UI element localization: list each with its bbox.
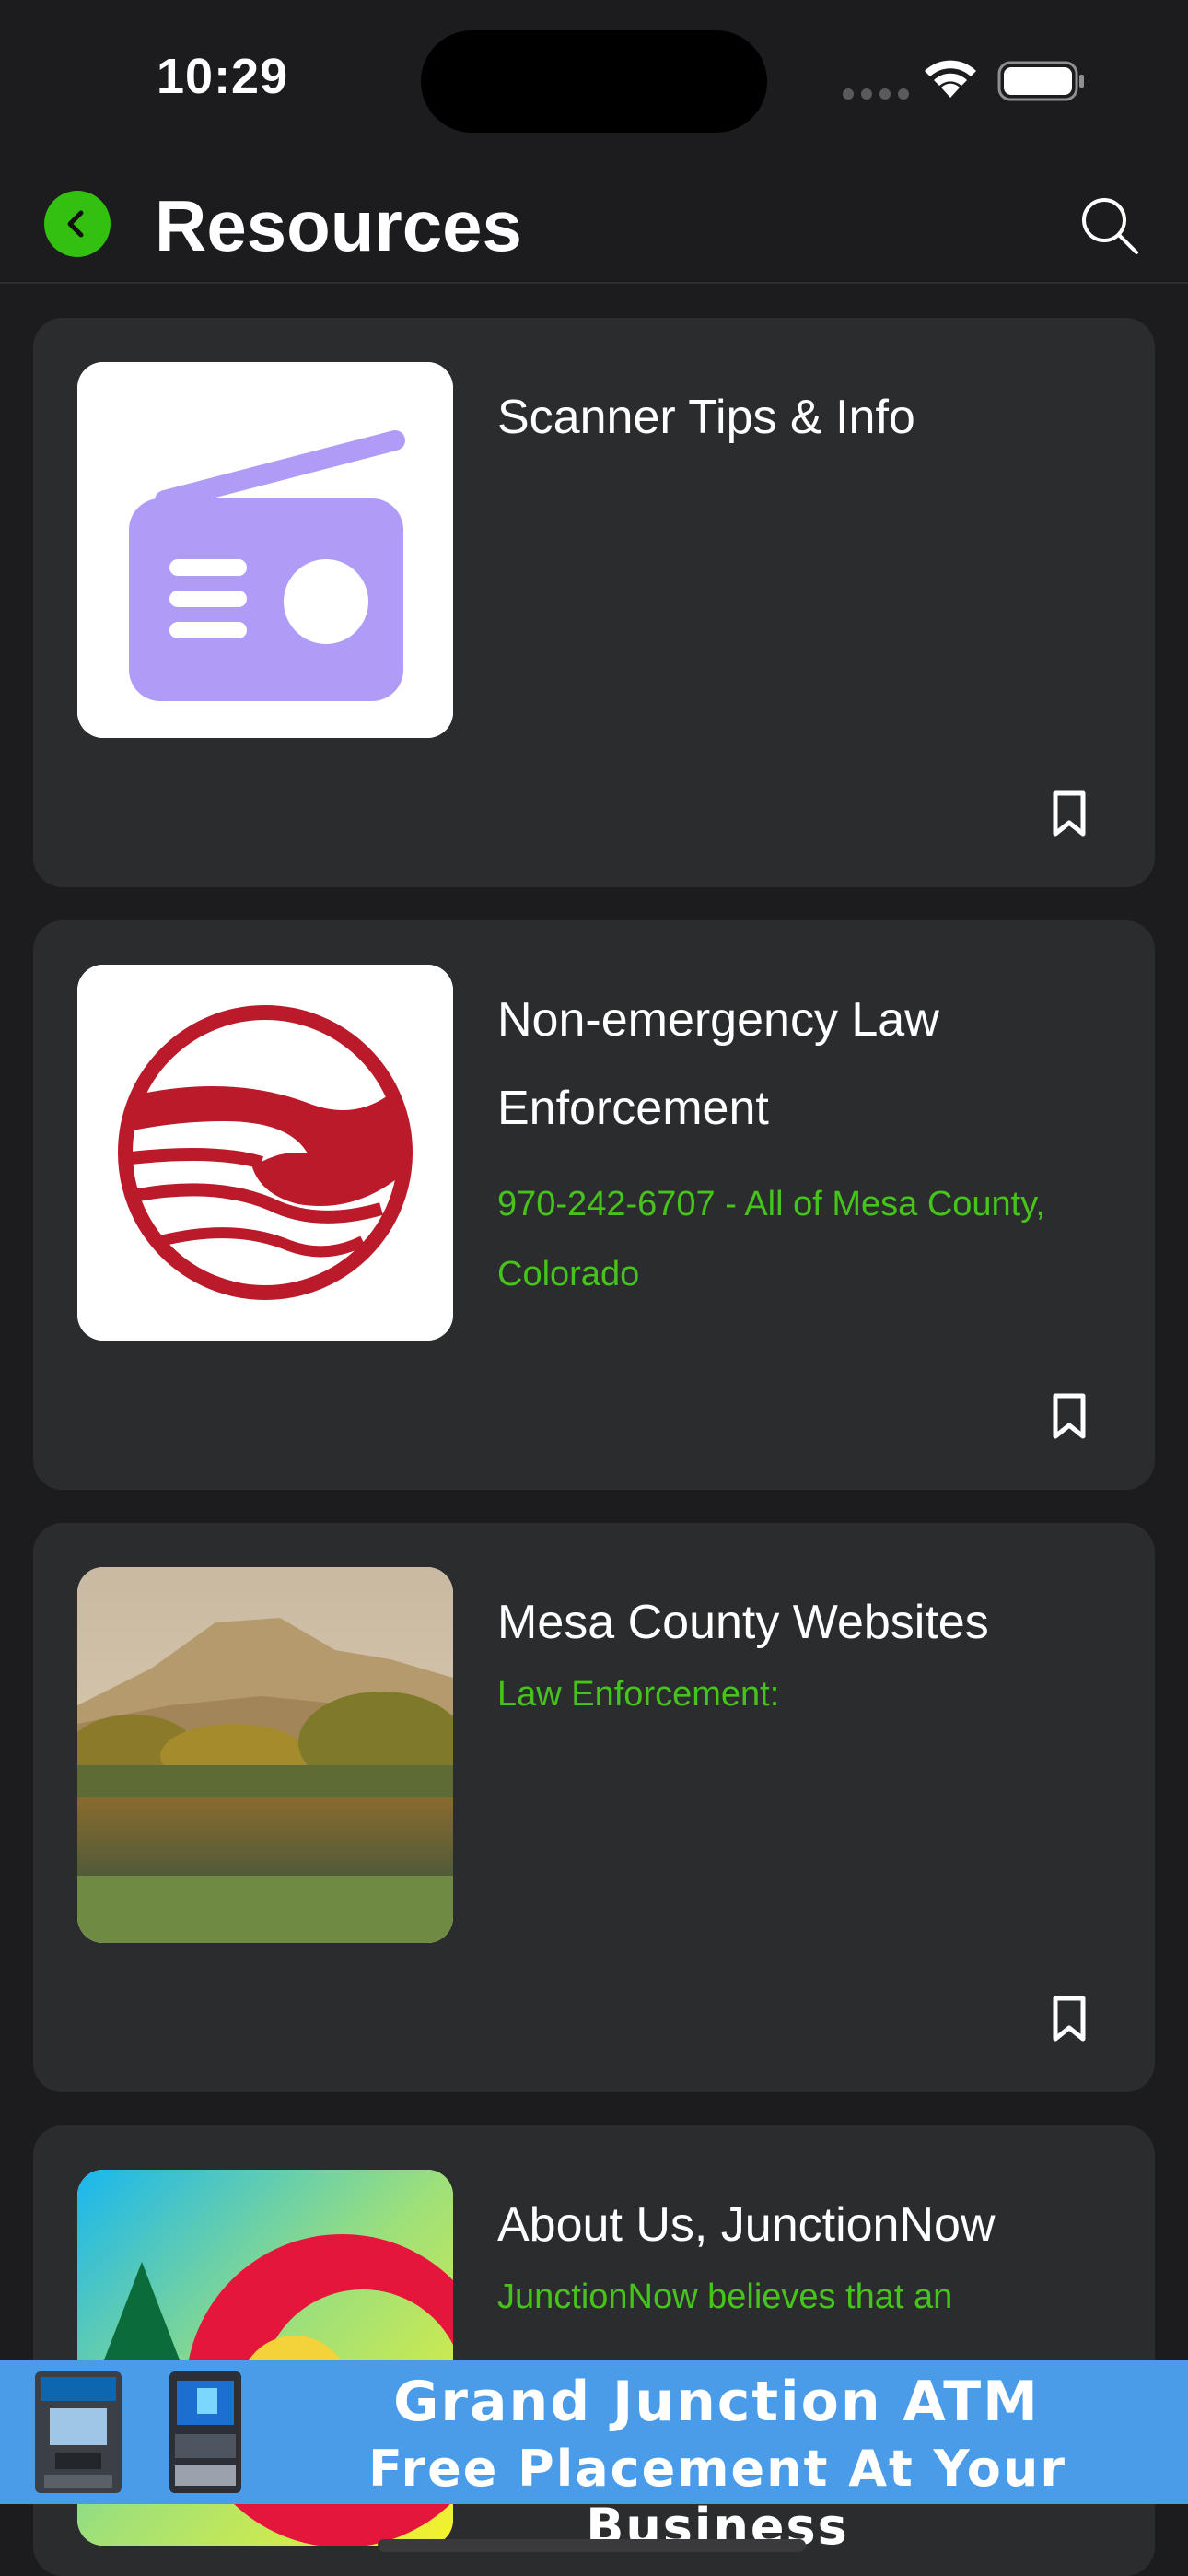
page-title: Resources	[155, 185, 522, 266]
radio-icon	[77, 362, 453, 738]
resource-card-scanner[interactable]: Scanner Tips & Info	[33, 318, 1155, 887]
bookmark-icon	[1053, 1393, 1086, 1439]
resource-card-mesa-websites[interactable]: Mesa County Websites Law Enforcement:	[33, 1523, 1155, 2092]
card-subtitle: JunctionNow believes that an	[497, 2277, 953, 2316]
cellular-signal-icon	[843, 88, 909, 100]
battery-icon	[997, 61, 1084, 101]
atm-machine-image	[35, 2371, 122, 2493]
card-title: Scanner Tips & Info	[497, 391, 915, 444]
mesa-landscape-photo	[77, 1567, 453, 1943]
atm-kiosk-image	[169, 2371, 241, 2493]
ad-headline: Grand Junction ATM	[393, 2370, 1040, 2434]
dynamic-island	[421, 30, 767, 133]
bookmark-icon	[1053, 790, 1086, 837]
colorado-c-logo	[77, 965, 453, 1341]
resource-card-law-enforcement[interactable]: Non-emergency Law Enforcement 970-242-67…	[33, 920, 1155, 1490]
card-title: Non-emergency Law Enforcement	[497, 993, 939, 1135]
search-icon	[1082, 198, 1138, 254]
home-indicator[interactable]	[378, 2539, 806, 2552]
status-bar: 10:29	[0, 0, 1188, 157]
chevron-left-icon	[67, 210, 84, 238]
bookmark-button[interactable]	[1050, 790, 1089, 837]
nav-header: Resources	[0, 157, 1188, 284]
bookmark-button[interactable]	[1050, 1392, 1089, 1440]
bookmark-button[interactable]	[1050, 1995, 1089, 2043]
wifi-icon	[925, 60, 976, 98]
card-title: Mesa County Websites	[497, 1596, 989, 1649]
search-button[interactable]	[1077, 193, 1142, 258]
card-title: About Us, JunctionNow	[497, 2198, 996, 2252]
card-subtitle: Law Enforcement:	[497, 1675, 780, 1714]
ad-banner[interactable]: Grand Junction ATM Free Placement At You…	[0, 2360, 1188, 2556]
status-time: 10:29	[157, 49, 289, 104]
card-subtitle-phone[interactable]: 970-242-6707 - All of Mesa County, Color…	[497, 1169, 1124, 1309]
bookmark-icon	[1053, 1996, 1086, 2042]
back-button[interactable]	[44, 191, 111, 257]
